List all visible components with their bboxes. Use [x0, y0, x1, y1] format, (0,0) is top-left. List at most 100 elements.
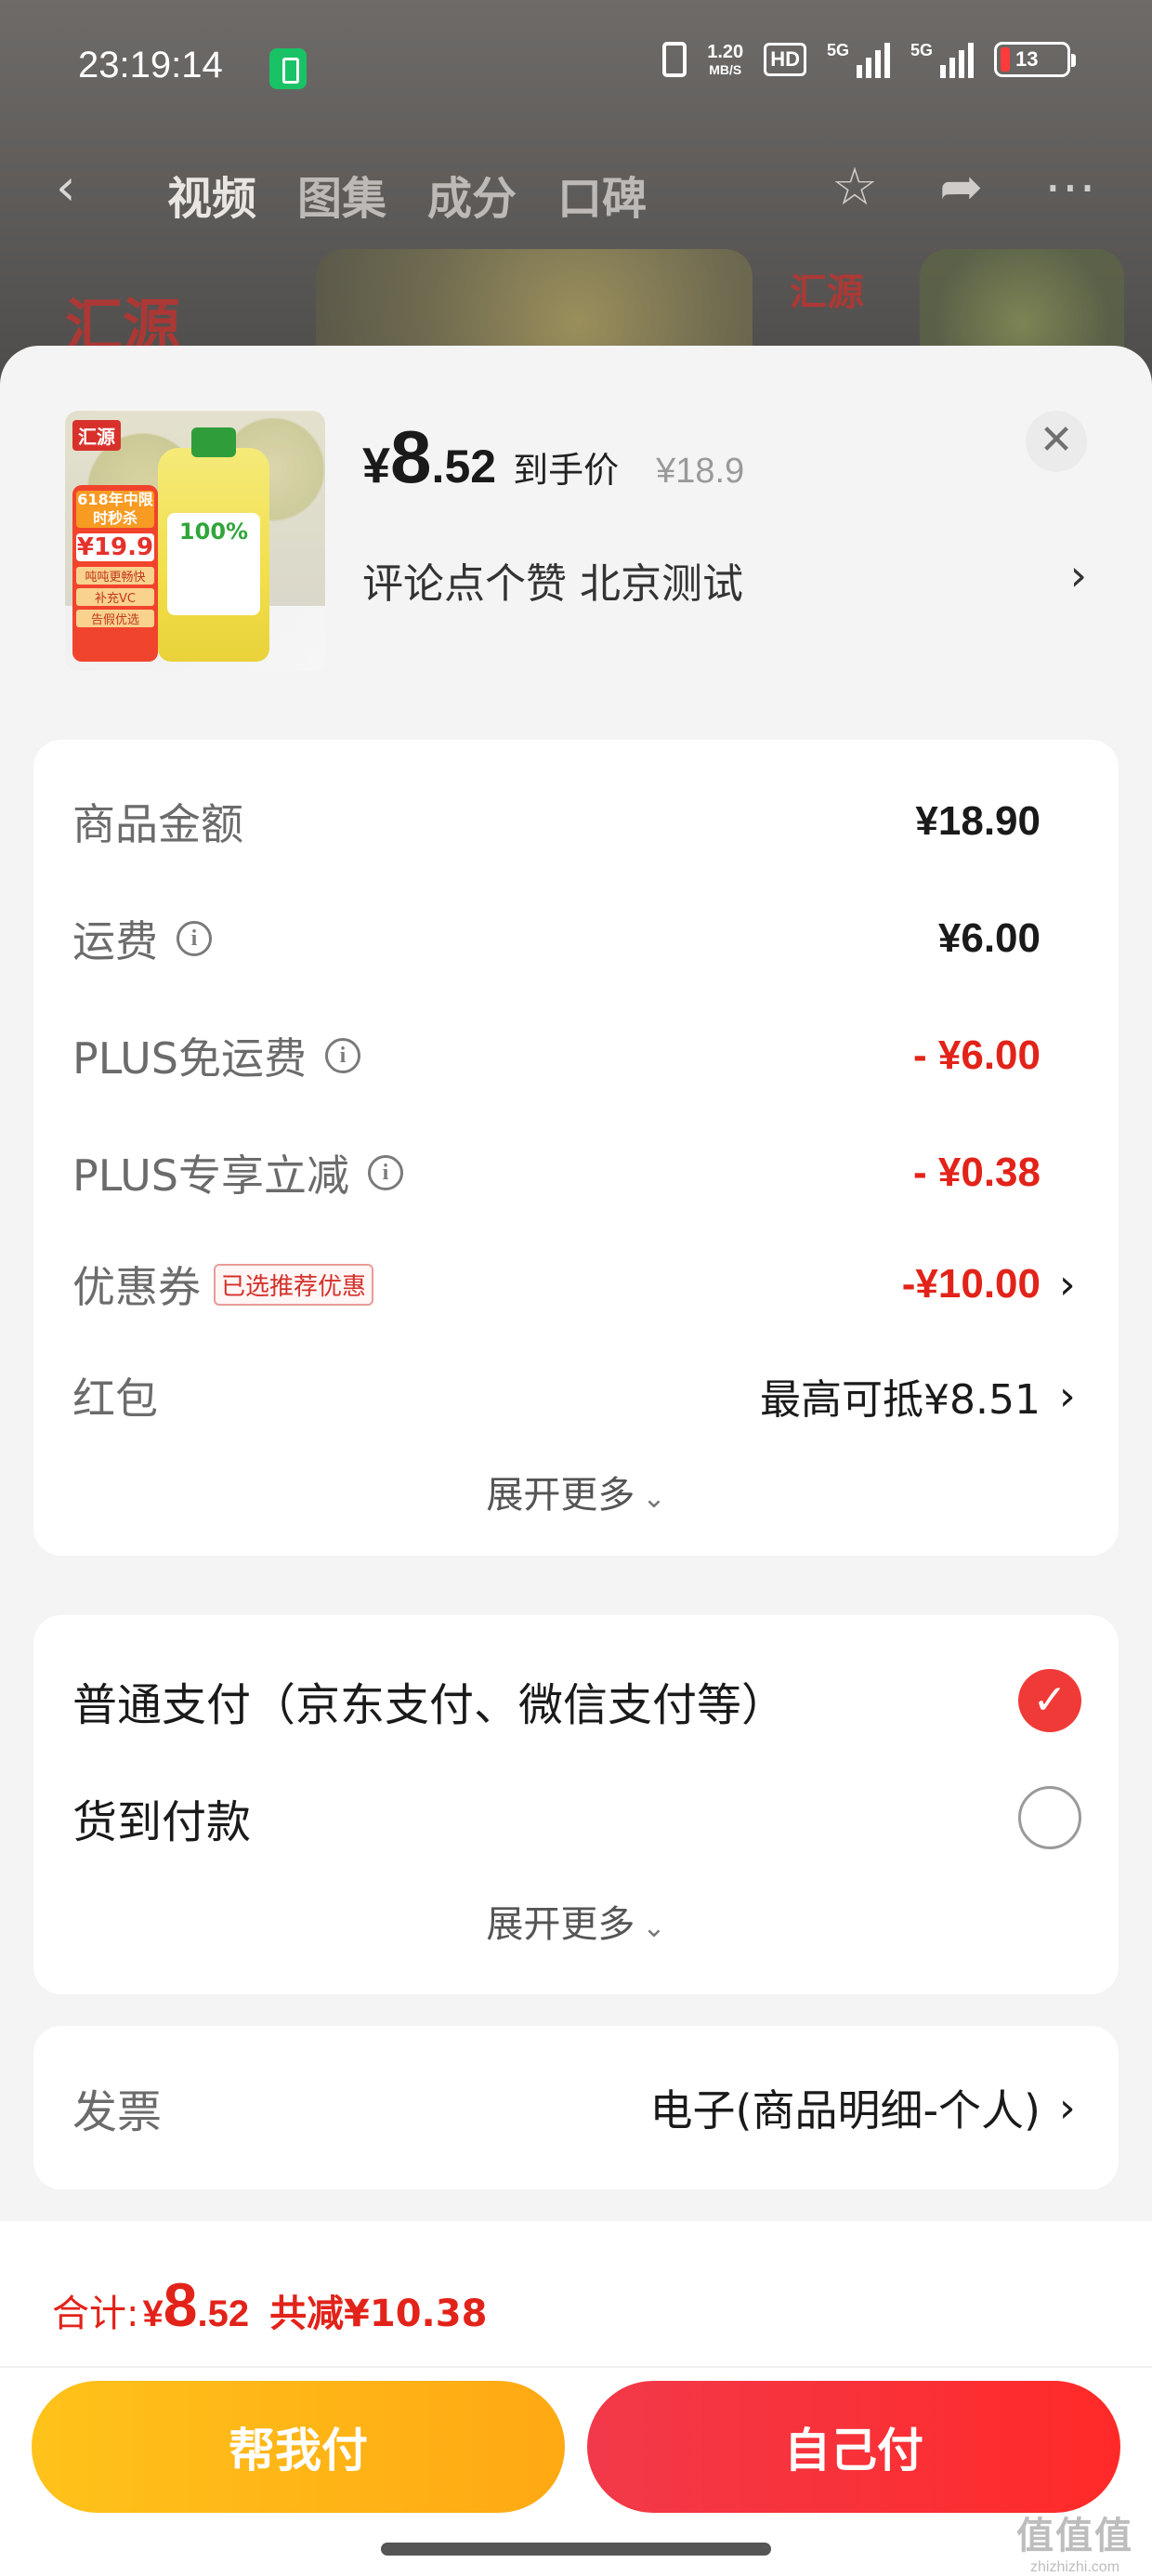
total-integer: 8 [163, 2270, 198, 2339]
price-integer: 8 [390, 415, 432, 498]
network-speed-value: 1.20 [707, 42, 744, 62]
radio-checked-icon[interactable]: ✓ [1018, 1669, 1081, 1732]
divider [0, 2366, 1152, 2368]
juice-bottle-image: 100% [158, 427, 269, 662]
battery-icon: 13 [994, 42, 1076, 77]
pay-myself-button[interactable]: 自己付 [587, 2381, 1120, 2513]
network-speed: 1.20 MB/S [707, 42, 743, 77]
background-brand-logo-2: 汇源 [790, 271, 864, 314]
nav-tabs: 视频 图集 成分 口碑 [167, 162, 647, 227]
promo-tag: 告假优选 [76, 610, 154, 627]
chevron-down-icon: ⌄ [642, 1912, 666, 1944]
help-me-pay-button[interactable]: 帮我付 [32, 2381, 565, 2513]
fee-row-goods-amount: 商品金额 ¥18.90 [72, 784, 1081, 859]
tab-gallery[interactable]: 图集 [297, 162, 386, 227]
fee-value: - ¥6.00 [913, 1032, 1041, 1078]
sim2-label: 5G [910, 41, 933, 59]
fee-row-coupon[interactable]: 优惠券 已选推荐优惠 -¥10.00 › [72, 1247, 1081, 1321]
price-label: 到手价 [513, 450, 620, 491]
fee-label: 商品金额 [72, 799, 243, 849]
final-price: ¥ 8 .52 到手价 ¥18.9 [362, 420, 744, 494]
total-saving: 共减¥10.38 [269, 2293, 488, 2335]
info-icon[interactable]: i [177, 921, 212, 956]
bottle-label-text: 100% [178, 519, 249, 545]
coupon-recommended-tag: 已选推荐优惠 [214, 1263, 374, 1306]
fee-label: 优惠券 [72, 1262, 201, 1312]
chevron-right-icon: › [1059, 1260, 1076, 1308]
battery-level [1001, 47, 1010, 72]
payment-method-card: 普通支付（京东支付、微信支付等） ✓ 货到付款 展开更多 ⌄ [33, 1615, 1119, 1994]
back-arrow-icon[interactable]: ‹ [56, 160, 93, 216]
fee-row-red-packet[interactable]: 红包 最高可抵¥8.51 › [72, 1359, 1081, 1433]
promo-price: ¥19.9 [76, 533, 154, 561]
more-dots-icon[interactable]: ⋯ [1044, 160, 1096, 216]
original-price: ¥18.9 [656, 452, 745, 491]
favorite-star-icon[interactable]: ☆ [831, 160, 878, 216]
invoice-row[interactable]: 发票 电子(商品明细-个人) › [72, 2070, 1081, 2145]
payment-option-label: 普通支付（京东支付、微信支付等） [72, 1679, 787, 1731]
fee-value: 最高可抵¥8.51 [760, 1376, 1041, 1424]
chevron-right-icon: › [1059, 1372, 1076, 1420]
fee-label: PLUS免运费 [72, 1033, 307, 1084]
payment-option-normal[interactable]: 普通支付（京东支付、微信支付等） ✓ [72, 1663, 1081, 1738]
tab-reviews[interactable]: 口碑 [557, 162, 647, 227]
expand-more-fees[interactable]: 展开更多 ⌄ [33, 1465, 1119, 1518]
fee-label: 运费 [72, 916, 158, 966]
status-bar: 23:19:14 1.20 MB/S HD 5G 5G 13 [0, 0, 1152, 139]
expand-more-payment[interactable]: 展开更多 ⌄ [33, 1894, 1119, 1948]
tab-ingredients[interactable]: 成分 [427, 162, 517, 227]
share-icon[interactable]: ➦ [939, 160, 983, 216]
watermark-logo: 值值值 [1016, 2515, 1133, 2557]
expand-more-label: 展开更多 [486, 1474, 635, 1517]
fee-label: PLUS专享立减 [72, 1150, 349, 1201]
invoice-label: 发票 [72, 2086, 163, 2138]
total-decimal: .52 [197, 2293, 250, 2334]
status-icons: 1.20 MB/S HD 5G 5G 13 [662, 41, 1076, 78]
close-icon[interactable]: ✕ [1026, 411, 1087, 472]
watermark: 值值值 zhizhizhi.com [1016, 2505, 1133, 2576]
fee-value: - ¥0.38 [913, 1150, 1041, 1195]
watermark-url: zhizhizhi.com [1029, 2559, 1120, 2575]
payment-option-label: 货到付款 [72, 1796, 252, 1848]
fee-row-plus-discount: PLUS专享立减 i - ¥0.38 [72, 1136, 1081, 1210]
signal-icon-sim2: 5G [910, 41, 974, 78]
delivery-address-text: 评论点个赞 北京测试 [362, 560, 743, 608]
signal-icon-sim1: 5G [827, 41, 890, 78]
product-nav-bar: ‹ 视频 图集 成分 口碑 ☆ ➦ ⋯ [0, 139, 1152, 242]
fee-value: -¥10.00 [901, 1261, 1041, 1307]
total-currency: ¥ [142, 2293, 164, 2334]
promo-tag: 吨吨更畅快 [76, 567, 154, 585]
price-currency: ¥ [362, 438, 391, 493]
fee-row-shipping: 运费 i ¥6.00 [72, 901, 1081, 976]
invoice-card[interactable]: 发票 电子(商品明细-个人) › [33, 2026, 1119, 2189]
status-time: 23:19:14 [78, 45, 223, 85]
delivery-address[interactable]: 评论点个赞 北京测试 › [362, 550, 1087, 610]
battery-saver-icon [269, 48, 307, 89]
total-label: 合计: [52, 2293, 139, 2335]
bottle-label: 100% [167, 513, 260, 615]
vibrate-icon [662, 42, 687, 77]
thumbnail-promo-badge: 618年中限时秒杀 ¥19.9 吨吨更畅快 补充VC 告假优选 [72, 485, 158, 662]
info-icon[interactable]: i [367, 1155, 403, 1190]
product-thumbnail: 100% 汇源 618年中限时秒杀 ¥19.9 吨吨更畅快 补充VC 告假优选 [65, 411, 325, 671]
chevron-down-icon: ⌄ [642, 1482, 666, 1515]
info-icon[interactable]: i [324, 1038, 360, 1073]
expand-more-label: 展开更多 [486, 1903, 635, 1946]
home-indicator[interactable] [381, 2543, 771, 2556]
hd-voice-icon: HD [764, 43, 806, 76]
network-speed-unit: MB/S [709, 62, 742, 77]
fee-value: ¥6.00 [937, 915, 1041, 961]
thumbnail-brand-logo: 汇源 [72, 420, 121, 451]
order-total: 合计: ¥ 8 .52 共减¥10.38 [52, 2269, 487, 2340]
fee-label: 红包 [72, 1373, 158, 1424]
fee-breakdown-card: 商品金额 ¥18.90 运费 i ¥6.00 PLUS免运费 i - ¥6.00… [33, 740, 1119, 1556]
fee-row-plus-free-shipping: PLUS免运费 i - ¥6.00 [72, 1019, 1081, 1093]
fee-value: ¥18.90 [915, 798, 1041, 844]
payment-option-cod[interactable]: 货到付款 [72, 1781, 1081, 1855]
promo-title: 618年中限时秒杀 [76, 491, 154, 528]
chevron-right-icon: › [1059, 2083, 1076, 2132]
radio-unchecked-icon[interactable] [1018, 1786, 1081, 1849]
nav-actions: ☆ ➦ ⋯ [831, 160, 1096, 216]
chevron-right-icon: › [1069, 550, 1087, 600]
tab-video[interactable]: 视频 [167, 162, 256, 227]
